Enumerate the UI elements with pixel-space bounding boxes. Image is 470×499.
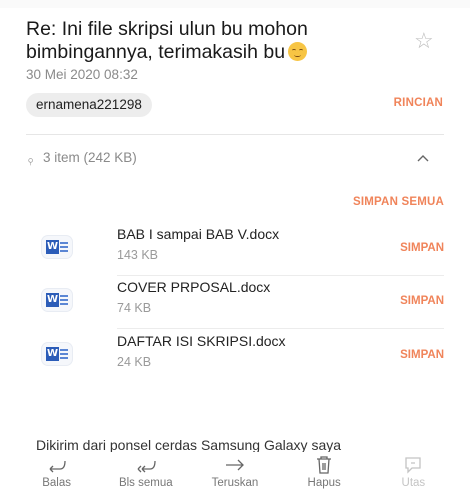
sender-chip[interactable]: ernamena221298 xyxy=(26,93,152,117)
thread-icon xyxy=(405,457,421,474)
email-subject: Re: Ini file skripsi ulun bu mohon bimbi… xyxy=(26,18,386,64)
attachment-size: 143 KB xyxy=(117,248,159,262)
row-divider xyxy=(117,328,444,329)
save-all-button[interactable]: SIMPAN SEMUA xyxy=(353,196,444,208)
attachment-size: 74 KB xyxy=(117,301,152,315)
header-divider xyxy=(26,134,444,135)
save-attachment-button[interactable]: SIMPAN xyxy=(400,242,444,254)
status-strip xyxy=(0,0,470,8)
attachment-size: 24 KB xyxy=(117,355,152,369)
reply-all-icon xyxy=(137,460,156,473)
attachment-name: COVER PRPOSAL.docx xyxy=(117,279,271,295)
email-subject-text: Re: Ini file skripsi ulun bu mohon bimbi… xyxy=(26,18,308,63)
row-divider xyxy=(117,275,444,276)
delete-button[interactable]: Hapus xyxy=(286,452,362,499)
attachment-row[interactable]: W BAB I sampai BAB V.docx 143 KB SIMPAN xyxy=(26,226,444,276)
forward-icon xyxy=(225,459,244,471)
forward-label: Teruskan xyxy=(211,477,259,489)
forward-button[interactable]: Teruskan xyxy=(197,452,273,499)
delete-label: Hapus xyxy=(307,477,341,489)
details-button[interactable]: RINCIAN xyxy=(394,97,443,109)
smile-emoji-icon xyxy=(288,42,308,61)
star-icon[interactable]: ☆ xyxy=(414,30,434,52)
email-body: Dikirim dari ponsel cerdas Samsung Galax… xyxy=(36,437,342,453)
action-toolbar: Balas Bls semua Teruskan Hapus Utas xyxy=(0,452,470,499)
thread-label: Utas xyxy=(401,477,426,489)
attachment-row[interactable]: W COVER PRPOSAL.docx 74 KB SIMPAN xyxy=(26,279,444,329)
thread-button[interactable]: Utas xyxy=(375,452,451,499)
word-doc-icon: W xyxy=(42,289,72,311)
attachments-summary[interactable]: ⌕ 3 item (242 KB) xyxy=(22,150,137,168)
attachment-name: DAFTAR ISI SKRIPSI.docx xyxy=(117,333,286,349)
reply-all-button[interactable]: Bls semua xyxy=(108,452,184,499)
trash-icon xyxy=(317,456,332,474)
word-doc-icon: W xyxy=(42,236,72,258)
reply-label: Balas xyxy=(42,477,71,489)
reply-button[interactable]: Balas xyxy=(19,452,95,499)
attachment-name: BAB I sampai BAB V.docx xyxy=(117,226,280,242)
paperclip-icon: ⌕ xyxy=(22,151,38,168)
email-date: 30 Mei 2020 08:32 xyxy=(26,67,138,82)
reply-icon xyxy=(49,460,66,473)
chevron-up-icon[interactable] xyxy=(416,152,430,166)
save-attachment-button[interactable]: SIMPAN xyxy=(400,349,444,361)
attachment-row[interactable]: W DAFTAR ISI SKRIPSI.docx 24 KB SIMPAN xyxy=(26,333,444,383)
word-doc-icon: W xyxy=(42,343,72,365)
save-attachment-button[interactable]: SIMPAN xyxy=(400,295,444,307)
reply-all-label: Bls semua xyxy=(118,477,173,489)
attachments-count: 3 item (242 KB) xyxy=(43,150,137,165)
